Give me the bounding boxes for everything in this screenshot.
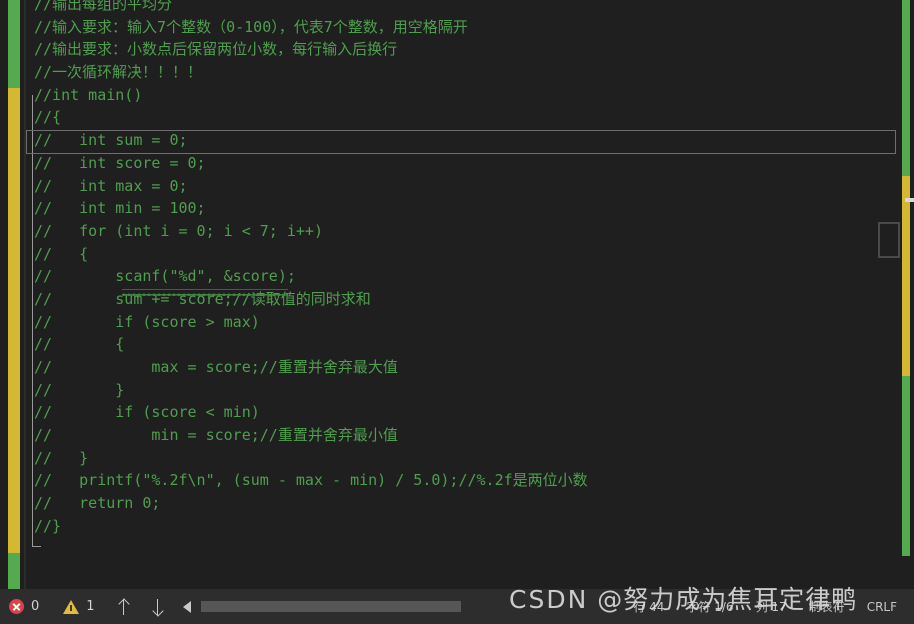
next-problem-button[interactable] <box>141 589 175 624</box>
change-bar-saved-bottom <box>8 553 20 589</box>
status-line-ending[interactable]: CRLF <box>856 600 908 614</box>
code-editor-area[interactable]: //输出每组的平均分 //输入要求：输入7个整数（0-100），代表7个整数，用… <box>0 0 914 589</box>
code-line[interactable]: // int max = 0; <box>26 175 896 198</box>
code-line[interactable]: // if (score > max) <box>26 311 896 334</box>
arrow-down-icon <box>152 598 164 615</box>
squiggly-warning-underline <box>122 292 288 296</box>
code-line[interactable]: // scanf("%d", &score); <box>26 265 896 288</box>
overview-segment-saved-bottom <box>902 376 910 556</box>
code-line[interactable]: //输出每组的平均分 <box>26 0 896 16</box>
status-column-number[interactable]: 列 17 <box>745 598 798 615</box>
code-region-guide <box>32 95 33 547</box>
code-line[interactable]: // printf("%.2f\n", (sum - max - min) / … <box>26 469 896 492</box>
horizontal-scrollbar[interactable] <box>182 600 461 613</box>
change-bar-modified <box>8 88 20 553</box>
status-character-count[interactable]: 字符 1/6 <box>675 598 744 615</box>
code-line[interactable]: // } <box>26 379 896 402</box>
code-line[interactable]: // min = score;//重置并舍弃最小值 <box>26 424 896 447</box>
code-line[interactable]: // if (score < min) <box>26 401 896 424</box>
code-line[interactable]: // int min = 100; <box>26 197 896 220</box>
overview-ruler[interactable] <box>878 0 914 589</box>
code-line[interactable]: //输出要求：小数点后保留两位小数，每行输入后换行 <box>26 38 896 61</box>
code-line[interactable]: //int main() <box>26 84 896 107</box>
code-line[interactable]: // int score = 0; <box>26 152 896 175</box>
scanf-underline <box>122 289 288 290</box>
overview-track[interactable] <box>902 0 914 589</box>
scrollbar-thumb[interactable] <box>200 601 461 612</box>
change-bar-saved-top <box>8 0 20 88</box>
warning-status[interactable]: 1 <box>51 589 106 624</box>
code-line[interactable]: // max = score;//重置并舍弃最大值 <box>26 356 896 379</box>
previous-problem-button[interactable] <box>107 589 141 624</box>
error-status[interactable]: 0 <box>0 589 51 624</box>
status-indent-mode[interactable]: 制表符 <box>798 598 856 615</box>
arrow-up-icon <box>118 598 130 615</box>
code-line[interactable]: //输入要求：输入7个整数（0-100），代表7个整数，用空格隔开 <box>26 16 896 39</box>
code-line[interactable]: // for (int i = 0; i < 7; i++) <box>26 220 896 243</box>
code-line[interactable]: // } <box>26 447 896 470</box>
warning-icon <box>63 599 80 614</box>
error-icon <box>9 599 24 614</box>
overview-segment-saved-top <box>902 0 910 176</box>
error-count: 0 <box>31 599 40 614</box>
code-line-current[interactable]: // int sum = 0; <box>26 129 896 152</box>
code-line[interactable]: // return 0; <box>26 492 896 515</box>
code-region-guide-foot <box>32 546 41 547</box>
code-line[interactable]: //} <box>26 515 896 538</box>
status-bar-left-group: 0 1 <box>0 589 461 624</box>
status-bar-right-group: 行 44 字符 1/6 列 17 制表符 CRLF <box>622 589 914 624</box>
code-line[interactable]: // { <box>26 333 896 356</box>
scrollbar-track[interactable] <box>200 601 461 612</box>
vs-code-editor-window: //输出每组的平均分 //输入要求：输入7个整数（0-100），代表7个整数，用… <box>0 0 914 624</box>
overview-segment-modified <box>902 176 910 376</box>
scroll-left-icon[interactable] <box>182 600 191 613</box>
code-line[interactable]: // { <box>26 243 896 266</box>
status-line-number[interactable]: 行 44 <box>622 598 675 615</box>
warning-count: 1 <box>86 599 95 614</box>
code-line[interactable]: //一次循环解决！！！！ <box>26 61 896 84</box>
status-bar: 0 1 行 44 字符 1/6 列 17 制表符 CRLF <box>0 589 914 624</box>
code-line[interactable]: //{ <box>26 106 896 129</box>
editor-gutter <box>0 0 24 589</box>
overview-cursor-marker <box>905 198 914 202</box>
overview-viewport-box[interactable] <box>878 222 900 258</box>
